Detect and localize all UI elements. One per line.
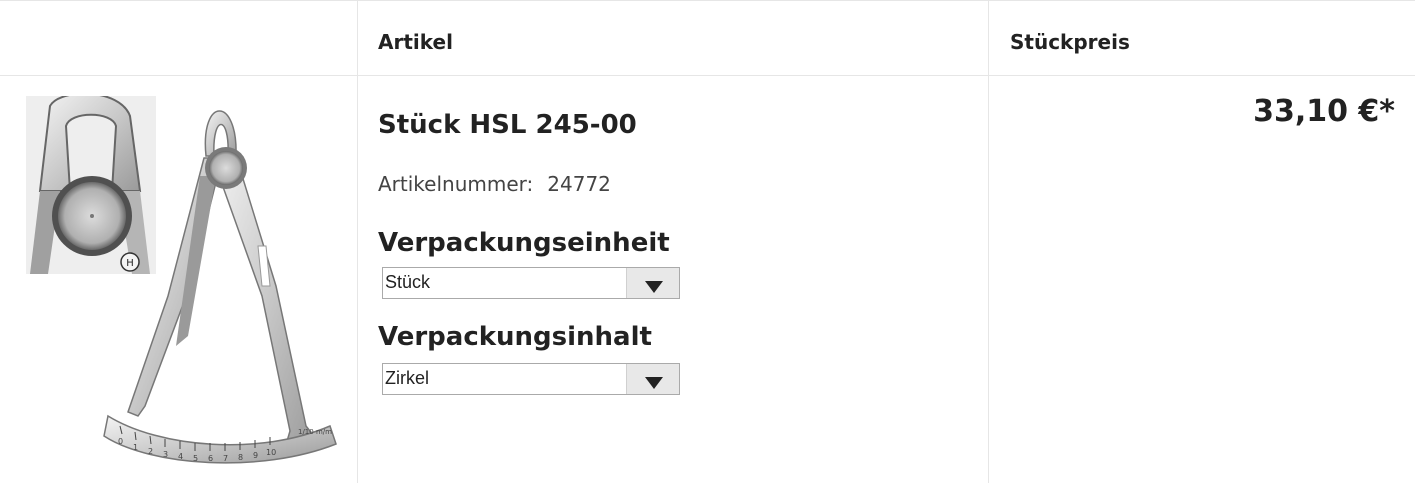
- packaging-content-value: Zirkel: [385, 368, 429, 388]
- cart-table: Artikel Stückpreis H 0 1 2 3 4 5 6 7 8 9…: [0, 0, 1415, 483]
- detail-inset: H: [26, 96, 156, 274]
- svg-text:5: 5: [193, 454, 198, 463]
- packaging-unit-select[interactable]: Stück: [382, 267, 680, 299]
- article-number-label: Artikelnummer:: [378, 172, 534, 196]
- packaging-unit-label: Verpackungseinheit: [378, 228, 670, 258]
- article-number: Artikelnummer: 24772: [378, 172, 611, 196]
- brand-mark: H: [126, 258, 134, 269]
- row-divider: [0, 0, 1415, 1]
- column-header-unit-price: Stückpreis: [1010, 30, 1130, 54]
- dropdown-button[interactable]: [626, 364, 679, 394]
- svg-text:6: 6: [208, 454, 213, 463]
- svg-text:1: 1: [133, 443, 138, 452]
- packaging-content-select[interactable]: Zirkel: [382, 363, 680, 395]
- svg-text:7: 7: [223, 454, 228, 463]
- packaging-unit-value: Stück: [385, 272, 431, 292]
- column-divider: [357, 0, 358, 483]
- chevron-down-icon: [645, 377, 663, 389]
- packaging-content-label: Verpackungsinhalt: [378, 322, 652, 352]
- dropdown-button[interactable]: [626, 268, 679, 298]
- unit-price: 33,10 €*: [1253, 94, 1395, 129]
- svg-text:10: 10: [266, 448, 276, 457]
- product-title[interactable]: Stück HSL 245-00: [378, 110, 637, 140]
- svg-text:8: 8: [238, 453, 243, 462]
- row-divider: [0, 75, 1415, 76]
- article-number-value: 24772: [547, 172, 611, 196]
- chevron-down-icon: [645, 281, 663, 293]
- column-header-article: Artikel: [378, 30, 453, 54]
- svg-text:9: 9: [253, 451, 258, 460]
- svg-text:0: 0: [118, 437, 123, 446]
- svg-text:3: 3: [163, 450, 168, 459]
- column-divider: [988, 0, 989, 483]
- scale-unit: 1/10 m/m: [298, 428, 332, 436]
- product-image[interactable]: H 0 1 2 3 4 5 6 7 8 9 10 1/10 m/m: [0, 96, 350, 466]
- svg-text:4: 4: [178, 452, 183, 461]
- svg-text:2: 2: [148, 447, 153, 456]
